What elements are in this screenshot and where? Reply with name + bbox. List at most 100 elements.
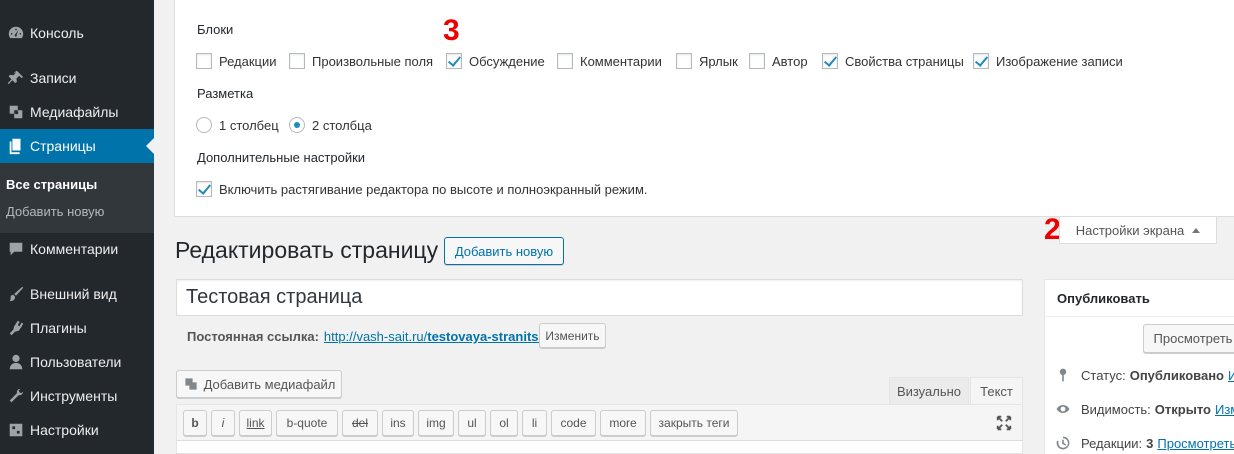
checkbox-featured-image[interactable]: Изображение записи: [973, 53, 1123, 69]
media-icon: [183, 376, 199, 392]
radio-one-column[interactable]: 1 столбец: [196, 117, 279, 133]
revisions-value: 3: [1146, 435, 1154, 451]
menu-item-media[interactable]: Медиафайлы: [0, 95, 154, 129]
pin-icon: [0, 69, 30, 87]
permalink-row: Постоянная ссылка: http://vash-sait.ru/t…: [187, 329, 549, 344]
add-media-label: Добавить медиафайл: [203, 376, 336, 392]
pages-submenu: Все страницы Добавить новую: [0, 163, 154, 233]
checkbox-box-checked[interactable]: [822, 53, 838, 69]
editor-textarea[interactable]: [176, 440, 1023, 454]
radio-button[interactable]: [196, 117, 212, 133]
status-label: Статус:: [1081, 367, 1126, 383]
checkbox-label: Изображение записи: [996, 53, 1123, 69]
fullscreen-icon[interactable]: [995, 414, 1013, 432]
tab-visual[interactable]: Визуально: [889, 377, 969, 405]
checkbox-author[interactable]: Автор: [749, 53, 808, 69]
checkbox-custom-fields[interactable]: Произвольные поля: [289, 53, 433, 69]
radio-two-columns[interactable]: 2 столбца: [289, 117, 372, 133]
visibility-value: Открыто: [1154, 401, 1211, 417]
menu-item-users[interactable]: Пользователи: [0, 345, 154, 379]
settings-icon: [0, 421, 30, 439]
checkbox-slug[interactable]: Ярлык: [676, 53, 738, 69]
qt-ins-button[interactable]: ins: [382, 410, 414, 436]
screen-options-panel: Блоки 3 Редакции Произвольные поля Обсуж…: [174, 0, 1234, 217]
edit-permalink-button[interactable]: Изменить: [539, 323, 606, 348]
qt-italic-button[interactable]: i: [211, 410, 235, 436]
menu-item-settings[interactable]: Настройки: [0, 413, 154, 447]
checkbox-box[interactable]: [196, 53, 212, 69]
checkbox-page-attributes[interactable]: Свойства страницы: [822, 53, 964, 69]
qt-li-button[interactable]: li: [522, 410, 547, 436]
caret-up-icon: [1192, 227, 1201, 233]
visibility-label: Видимость:: [1081, 401, 1151, 417]
menu-item-dashboard[interactable]: Консоль: [0, 16, 154, 50]
menu-item-pages[interactable]: Страницы: [0, 129, 154, 163]
menu-label: Внешний вид: [30, 286, 117, 302]
permalink-link[interactable]: http://vash-sait.ru/testovaya-stranitsa/: [324, 329, 549, 344]
pages-icon: [0, 137, 30, 155]
permalink-slug: testovaya-stranitsa: [427, 329, 546, 344]
publish-box: Опубликовать Просмотреть Статус: Опублик…: [1044, 279, 1234, 454]
page-title-input[interactable]: Тестовая страница: [176, 279, 1023, 316]
checkbox-editor-expand[interactable]: Включить растягивание редактора по высот…: [196, 181, 648, 197]
radio-button-checked[interactable]: [289, 117, 305, 133]
revisions-browse-link[interactable]: Просмотреть: [1157, 436, 1234, 451]
extra-settings-heading: Дополнительные настройки: [197, 150, 366, 165]
radio-label: 1 столбец: [219, 117, 279, 133]
publish-box-title: Опубликовать: [1045, 280, 1234, 317]
qt-code-button[interactable]: code: [551, 410, 596, 436]
revisions-label: Редакции:: [1081, 435, 1143, 451]
qt-blockquote-button[interactable]: b-quote: [276, 410, 338, 436]
checkbox-label: Редакции: [219, 53, 277, 69]
checkbox-box-checked[interactable]: [196, 181, 212, 197]
checkbox-revisions[interactable]: Редакции: [196, 53, 277, 69]
visibility-row: Видимость: Открыто Изме: [1053, 401, 1234, 417]
checkbox-box[interactable]: [676, 53, 692, 69]
menu-label: Медиафайлы: [30, 104, 119, 120]
menu-label: Плагины: [30, 320, 87, 336]
status-value: Опубликовано: [1129, 367, 1224, 383]
preview-button[interactable]: Просмотреть: [1143, 324, 1234, 353]
status-edit-link[interactable]: Из: [1228, 368, 1234, 383]
add-new-page-button[interactable]: Добавить новую: [444, 237, 564, 265]
qt-ol-button[interactable]: ol: [490, 410, 518, 436]
screen-options-toggle[interactable]: Настройки экрана: [1059, 217, 1217, 244]
qt-close-tags-button[interactable]: закрыть теги: [650, 410, 738, 436]
qt-link-button[interactable]: link: [239, 410, 272, 436]
visibility-edit-link[interactable]: Изме: [1215, 402, 1234, 417]
checkbox-discussion[interactable]: Обсуждение: [446, 53, 545, 69]
checkbox-box-checked[interactable]: [446, 53, 462, 69]
menu-item-appearance[interactable]: Внешний вид: [0, 277, 154, 311]
add-media-button[interactable]: Добавить медиафайл: [176, 370, 342, 398]
menu-label: Консоль: [30, 25, 84, 41]
menu-item-posts[interactable]: Записи: [0, 61, 154, 95]
status-row: Статус: Опубликовано Из: [1053, 367, 1234, 383]
submenu-all-pages[interactable]: Все страницы: [6, 177, 97, 192]
qt-del-button[interactable]: del: [342, 410, 378, 436]
menu-label: Инструменты: [30, 388, 118, 404]
qt-img-button[interactable]: img: [418, 410, 454, 436]
qt-ul-button[interactable]: ul: [458, 410, 486, 436]
brush-icon: [0, 285, 30, 303]
checkbox-box-checked[interactable]: [973, 53, 989, 69]
qt-more-button[interactable]: more: [600, 410, 646, 436]
revisions-row: Редакции: 3 Просмотреть: [1053, 435, 1234, 451]
checkbox-box[interactable]: [557, 53, 573, 69]
menu-item-plugins[interactable]: Плагины: [0, 311, 154, 345]
permalink-base: http://vash-sait.ru/: [323, 329, 428, 344]
users-icon: [0, 353, 30, 371]
checkbox-comments[interactable]: Комментарии: [557, 53, 662, 69]
checkbox-label: Произвольные поля: [312, 53, 434, 69]
checkbox-label: Включить растягивание редактора по высот…: [219, 181, 648, 197]
checkbox-box[interactable]: [289, 53, 305, 69]
menu-item-tools[interactable]: Инструменты: [0, 379, 154, 413]
checkbox-label: Обсуждение: [469, 53, 545, 69]
checkbox-label: Ярлык: [699, 53, 738, 69]
submenu-add-new[interactable]: Добавить новую: [6, 204, 104, 219]
menu-label: Пользователи: [30, 354, 122, 370]
checkbox-box[interactable]: [749, 53, 765, 69]
admin-sidebar: Консоль Записи Медиафайлы Страницы Все с…: [0, 0, 154, 454]
tab-text[interactable]: Текст: [970, 377, 1023, 405]
menu-item-comments[interactable]: Комментарии: [0, 232, 154, 266]
qt-bold-button[interactable]: b: [183, 410, 207, 436]
